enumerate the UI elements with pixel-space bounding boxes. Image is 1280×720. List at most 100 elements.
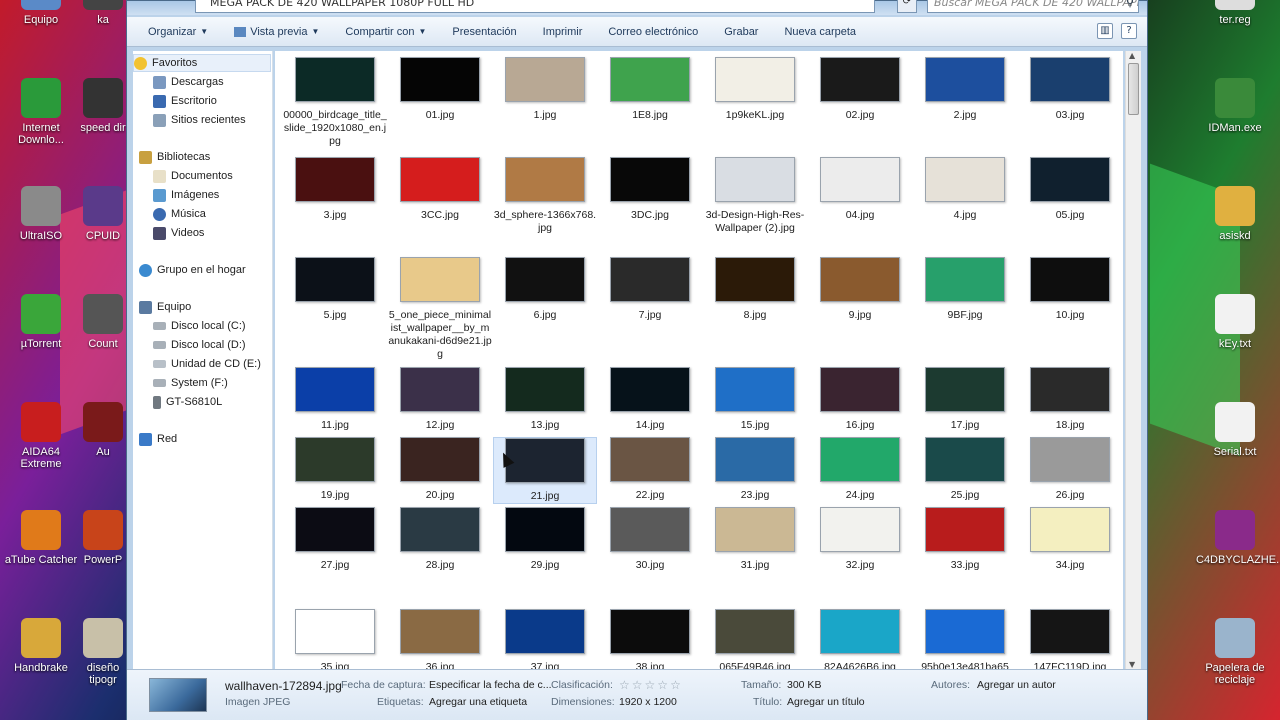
file-item[interactable]: 14.jpg xyxy=(598,367,702,432)
nav-cd-e[interactable]: Unidad de CD (E:) xyxy=(153,355,261,373)
nav-disco-d[interactable]: Disco local (D:) xyxy=(153,336,246,354)
file-item[interactable]: 3CC.jpg xyxy=(388,157,492,222)
file-item[interactable]: 147FC119D.jpg xyxy=(1018,609,1122,669)
star-icon[interactable]: ☆ xyxy=(657,679,668,691)
desktop-icon[interactable]: Count xyxy=(80,294,126,350)
file-item[interactable]: 27.jpg xyxy=(283,507,387,572)
desktop-icon[interactable]: Handbrake xyxy=(2,618,80,674)
file-item[interactable]: 6.jpg xyxy=(493,257,597,322)
email-button[interactable]: Correo electrónico xyxy=(595,26,711,38)
nav-red[interactable]: Red xyxy=(139,430,177,448)
file-item[interactable]: 1.jpg xyxy=(493,57,597,122)
burn-button[interactable]: Grabar xyxy=(711,26,771,38)
file-item[interactable]: 7.jpg xyxy=(598,257,702,322)
desktop-icon[interactable]: Papelera de reciclaje xyxy=(1196,618,1274,686)
desktop-icon[interactable]: diseño tipogr xyxy=(80,618,126,686)
file-item[interactable]: 35.jpg xyxy=(283,609,387,669)
star-icon[interactable]: ☆ xyxy=(632,679,643,691)
titulo-value[interactable]: Agregar un título xyxy=(787,696,865,708)
autores-value[interactable]: Agregar un autor xyxy=(977,679,1056,691)
star-icon[interactable]: ☆ xyxy=(619,679,630,691)
new-folder-button[interactable]: Nueva carpeta xyxy=(771,26,869,38)
nav-phone[interactable]: GT-S6810L xyxy=(153,393,222,411)
file-item[interactable]: 30.jpg xyxy=(598,507,702,572)
file-item[interactable]: 28.jpg xyxy=(388,507,492,572)
desktop-icon[interactable]: IDMan.exe xyxy=(1196,78,1274,134)
file-item[interactable]: 03.jpg xyxy=(1018,57,1122,122)
file-item[interactable]: 3d-Design-High-Res-Wallpaper (2).jpg xyxy=(703,157,807,235)
nav-grupo-hogar[interactable]: Grupo en el hogar xyxy=(139,261,246,279)
file-item[interactable]: 9BF.jpg xyxy=(913,257,1017,322)
desktop-icon[interactable]: UltraISO xyxy=(2,186,80,242)
file-item[interactable]: 3.jpg xyxy=(283,157,387,222)
desktop-icon[interactable]: speed dir xyxy=(80,78,126,134)
file-item[interactable]: 13.jpg xyxy=(493,367,597,432)
file-item[interactable]: 34.jpg xyxy=(1018,507,1122,572)
file-item[interactable]: 17.jpg xyxy=(913,367,1017,432)
desktop-icon[interactable]: ter.reg xyxy=(1196,0,1274,26)
nav-bibliotecas[interactable]: Bibliotecas xyxy=(139,148,210,166)
file-item[interactable]: 1p9keKL.jpg xyxy=(703,57,807,122)
file-item[interactable]: 5_one_piece_minimalist_wallpaper__by_man… xyxy=(388,257,492,361)
desktop-icon[interactable]: kEy.txt xyxy=(1196,294,1274,350)
nav-system-f[interactable]: System (F:) xyxy=(153,374,228,392)
share-button[interactable]: Compartir con ▼ xyxy=(332,26,439,38)
file-item[interactable]: 36.jpg xyxy=(388,609,492,669)
scroll-down-icon[interactable]: ▼ xyxy=(1129,660,1135,669)
file-item[interactable]: 10.jpg xyxy=(1018,257,1122,322)
fecha-value[interactable]: Especificar la fecha de c... xyxy=(429,679,552,691)
file-item[interactable]: 2.jpg xyxy=(913,57,1017,122)
address-bar[interactable]: MEGA PACK DE 420 WALLPAPER 1080P FULL HD xyxy=(195,0,875,13)
file-item[interactable]: 23.jpg xyxy=(703,437,807,502)
nav-descargas[interactable]: Descargas xyxy=(153,73,224,91)
desktop-icon[interactable]: Serial.txt xyxy=(1196,402,1274,458)
nav-equipo[interactable]: Equipo xyxy=(139,298,191,316)
file-item[interactable]: 5.jpg xyxy=(283,257,387,322)
desktop-icon[interactable]: aTube Catcher xyxy=(2,510,80,566)
vertical-scrollbar[interactable]: ▲ ▼ xyxy=(1125,51,1141,669)
file-item[interactable]: 32.jpg xyxy=(808,507,912,572)
star-icon[interactable]: ☆ xyxy=(670,679,681,691)
nav-escritorio[interactable]: Escritorio xyxy=(153,92,217,110)
file-item[interactable]: 3DC.jpg xyxy=(598,157,702,222)
file-item[interactable]: 18.jpg xyxy=(1018,367,1122,432)
file-item[interactable]: 12.jpg xyxy=(388,367,492,432)
nav-disco-c[interactable]: Disco local (C:) xyxy=(153,317,246,335)
slideshow-button[interactable]: Presentación xyxy=(439,26,529,38)
nav-sitios[interactable]: Sitios recientes xyxy=(153,111,246,129)
desktop-icon[interactable]: asiskd xyxy=(1196,186,1274,242)
file-item[interactable]: 065F49B46.jpg xyxy=(703,609,807,669)
preview-button[interactable]: Vista previa ▼ xyxy=(221,26,332,38)
file-item[interactable]: 16.jpg xyxy=(808,367,912,432)
file-item[interactable]: 29.jpg xyxy=(493,507,597,572)
help-icon[interactable]: ? xyxy=(1121,23,1137,39)
desktop-icon[interactable]: Au xyxy=(80,402,126,458)
search-input[interactable]: Buscar MEGA PACK DE 420 WALLPAPER ...⚲ xyxy=(927,0,1139,13)
file-item[interactable]: 02.jpg xyxy=(808,57,912,122)
nav-videos[interactable]: Videos xyxy=(153,224,204,242)
nav-imagenes[interactable]: Imágenes xyxy=(153,186,219,204)
star-icon[interactable]: ☆ xyxy=(645,679,656,691)
desktop-icon[interactable]: CPUID xyxy=(80,186,126,242)
desktop-icon[interactable]: AIDA64 Extreme xyxy=(2,402,80,470)
file-item[interactable]: 8.jpg xyxy=(703,257,807,322)
search-icon[interactable]: ⚲ xyxy=(1126,0,1134,9)
scroll-up-icon[interactable]: ▲ xyxy=(1129,51,1135,60)
print-button[interactable]: Imprimir xyxy=(530,26,596,38)
file-item[interactable]: 00000_birdcage_title_slide_1920x1080_en.… xyxy=(283,57,387,148)
file-item[interactable]: 38.jpg xyxy=(598,609,702,669)
desktop-icon[interactable]: Equipo xyxy=(2,0,80,26)
file-item[interactable]: 33.jpg xyxy=(913,507,1017,572)
desktop-icon[interactable]: µTorrent xyxy=(2,294,80,350)
file-item[interactable]: 25.jpg xyxy=(913,437,1017,502)
file-item[interactable]: 01.jpg xyxy=(388,57,492,122)
file-item[interactable]: 05.jpg xyxy=(1018,157,1122,222)
file-item[interactable]: 15.jpg xyxy=(703,367,807,432)
scroll-thumb[interactable] xyxy=(1128,63,1139,115)
preview-pane-icon[interactable]: ▥ xyxy=(1097,23,1113,39)
file-item[interactable]: 3d_sphere-1366x768.jpg xyxy=(493,157,597,235)
file-item[interactable]: 4.jpg xyxy=(913,157,1017,222)
file-item[interactable]: 82A4626B6.jpg xyxy=(808,609,912,669)
file-item[interactable]: 04.jpg xyxy=(808,157,912,222)
file-item[interactable]: 95b0e13e481ba65 xyxy=(913,609,1017,669)
